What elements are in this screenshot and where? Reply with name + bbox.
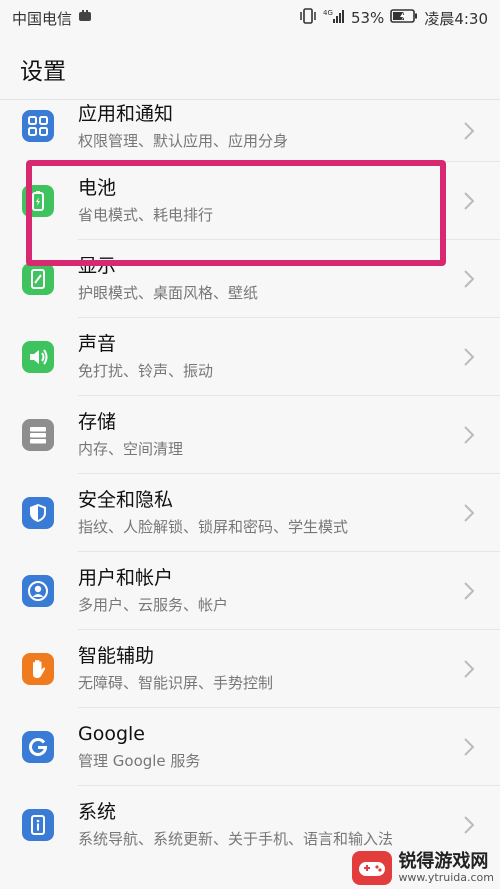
item-title: 存储 [78,411,117,433]
status-bar: 中国电信 4G 53% 凌晨4:30 [0,0,500,36]
item-subtitle: 管理 Google 服务 [78,752,201,770]
vibrate-icon [299,8,317,28]
shield-icon [22,497,54,529]
settings-item-users-accounts[interactable]: 用户和帐户 多用户、云服务、帐户 [0,552,500,630]
info-icon [22,809,54,841]
item-title: 声音 [78,333,117,355]
storage-icon [22,419,54,451]
item-subtitle: 省电模式、耗电排行 [78,206,214,224]
item-title: 用户和帐户 [78,567,174,589]
carrier-label: 中国电信 [12,9,73,28]
speaker-icon [22,341,54,373]
settings-list: 应用和通知 权限管理、默认应用、应用分身 电池 省电模式、耗电排行 显示 护眼模… [0,100,500,864]
hand-icon [22,653,54,685]
notification-icon [78,9,92,27]
watermark-url: www.ytruida.com [398,870,494,884]
item-subtitle: 指纹、人脸解锁、锁屏和密码、学生模式 [78,518,349,536]
display-icon [22,263,54,295]
settings-item-display[interactable]: 显示 护眼模式、桌面风格、壁纸 [0,240,500,318]
settings-item-google[interactable]: Google 管理 Google 服务 [0,708,500,786]
google-icon [22,731,54,763]
item-title: 显示 [78,255,117,277]
apps-grid-icon [22,110,54,142]
settings-item-storage[interactable]: 存储 内存、空间清理 [0,396,500,474]
settings-item-smart-assist[interactable]: 智能辅助 无障碍、智能识屏、手势控制 [0,630,500,708]
item-subtitle: 系统导航、系统更新、关于手机、语言和输入法 [78,830,394,848]
chevron-right-icon [464,582,475,600]
watermark-logo-icon [352,851,393,885]
watermark-title: 锐得游戏网 [398,851,489,873]
settings-item-security-privacy[interactable]: 安全和隐私 指纹、人脸解锁、锁屏和密码、学生模式 [0,474,500,552]
chevron-right-icon [464,504,475,522]
clock: 凌晨4:30 [424,9,488,28]
settings-item-battery[interactable]: 电池 省电模式、耗电排行 [0,162,500,240]
item-subtitle: 多用户、云服务、帐户 [78,596,229,614]
settings-item-sound[interactable]: 声音 免打扰、铃声、振动 [0,318,500,396]
chevron-right-icon [464,738,475,756]
network-type-label: 4G [323,9,333,17]
chevron-right-icon [464,426,475,444]
settings-item-apps-notifications[interactable]: 应用和通知 权限管理、默认应用、应用分身 [0,100,500,162]
signal-icon: 4G [323,8,345,28]
chevron-right-icon [464,816,475,834]
item-subtitle: 免打扰、铃声、振动 [78,362,214,380]
item-subtitle: 无障碍、智能识屏、手势控制 [78,674,274,692]
chevron-right-icon [464,122,475,140]
user-icon [22,575,54,607]
chevron-right-icon [464,660,475,678]
item-subtitle: 护眼模式、桌面风格、壁纸 [78,284,259,302]
item-title: 系统 [78,801,117,823]
battery-icon [22,185,54,217]
item-subtitle: 内存、空间清理 [78,440,184,458]
item-title: 安全和隐私 [78,489,174,511]
watermark: 锐得游戏网 www.ytruida.com [352,851,494,885]
battery-percent: 53% [350,9,385,27]
chevron-right-icon [464,348,475,366]
item-title: 电池 [78,177,117,199]
page-title: 设置 [20,59,66,85]
battery-status-icon [390,9,418,27]
item-subtitle: 权限管理、默认应用、应用分身 [78,132,289,150]
chevron-right-icon [464,192,475,210]
item-title: Google [78,723,146,745]
chevron-right-icon [464,270,475,288]
item-title: 智能辅助 [78,645,155,667]
item-title: 应用和通知 [78,103,174,125]
